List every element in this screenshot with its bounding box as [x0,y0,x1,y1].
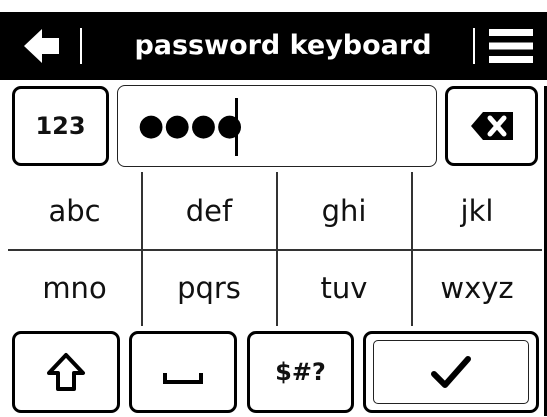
symbols-button[interactable]: $#? [247,331,354,413]
grid-divider [8,249,542,251]
header-divider [473,28,475,64]
key-jkl[interactable]: jkl [412,172,542,249]
key-mno[interactable]: mno [8,250,141,326]
page-title: password keyboard [134,30,432,61]
space-bar-icon [163,373,203,384]
grid-divider [276,172,278,326]
backspace-button[interactable] [445,86,538,166]
password-keyboard-screen: password keyboard 123 ●●●● abc def ghi j… [0,0,547,417]
space-button[interactable] [129,331,237,413]
password-masked-value: ●●●● [138,108,243,143]
title-bar: password keyboard [0,12,547,80]
header-divider [80,28,82,64]
shift-button[interactable] [12,331,120,413]
key-tuv[interactable]: tuv [277,250,411,326]
key-wxyz[interactable]: wxyz [412,250,542,326]
checkmark-icon [431,356,471,388]
hamburger-menu-icon [489,29,533,63]
key-pqrs[interactable]: pqrs [142,250,276,326]
grid-divider [141,172,143,326]
arrow-left-icon [24,29,59,63]
text-cursor [235,98,238,156]
shift-arrow-icon [47,353,85,391]
back-button[interactable] [12,22,72,70]
letter-key-grid: abc def ghi jkl mno pqrs tuv wxyz [0,172,547,326]
password-input[interactable]: ●●●● [117,85,437,167]
menu-button[interactable] [482,24,540,68]
key-def[interactable]: def [142,172,276,249]
key-ghi[interactable]: ghi [277,172,411,249]
grid-divider [411,172,413,326]
key-abc[interactable]: abc [8,172,141,249]
confirm-button[interactable] [363,331,539,413]
numeric-mode-button[interactable]: 123 [12,86,109,166]
backspace-icon [470,112,513,140]
